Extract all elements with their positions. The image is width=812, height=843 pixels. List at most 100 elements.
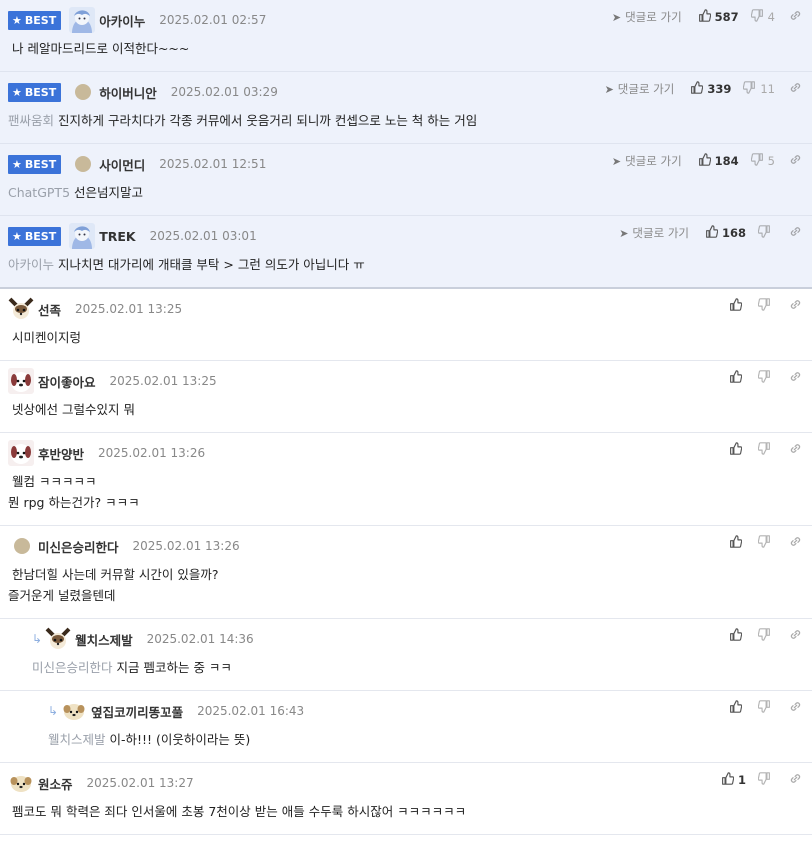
dislike-button[interactable] — [758, 628, 775, 644]
like-button[interactable]: 339 — [690, 81, 731, 97]
thumbs-down-icon — [750, 153, 768, 169]
link-icon[interactable] — [789, 772, 802, 788]
link-icon[interactable] — [789, 298, 802, 314]
link-icon[interactable] — [789, 370, 802, 386]
thumbs-down-icon — [758, 298, 775, 314]
like-button[interactable] — [729, 628, 746, 644]
author-name[interactable]: 옆집코끼리똥꼬풀 — [91, 702, 183, 721]
reply-arrow-icon: ↳ — [32, 632, 43, 646]
link-icon[interactable] — [789, 81, 802, 97]
comment-text: 웰컴 ㅋㅋㅋㅋㅋ 뭔 rpg 하는건가? ㅋㅋㅋ — [8, 474, 140, 510]
best-comment: ★ BEST 아카이누 2025.02.01 02:57 ➤ 댓글로 가기 587 4 나 레알… — [0, 0, 812, 72]
dislike-button[interactable]: 11 — [743, 81, 775, 97]
dislike-button[interactable] — [758, 535, 775, 551]
comment-text: 시미켄이지렁 — [12, 330, 82, 345]
author-name[interactable]: 웰치스제발 — [75, 630, 133, 649]
dislike-button[interactable] — [758, 772, 775, 788]
go-to-comment-label: 댓글로 가기 — [625, 154, 682, 168]
comment-header: 후반양반 2025.02.01 13:26 — [8, 440, 804, 466]
go-to-comment-label: 댓글로 가기 — [632, 226, 689, 240]
link-icon[interactable] — [789, 535, 802, 551]
link-icon[interactable] — [789, 9, 802, 25]
go-to-comment-link[interactable]: ➤ 댓글로 가기 — [619, 225, 689, 241]
like-button[interactable]: 587 — [698, 9, 739, 25]
dislike-button[interactable] — [758, 370, 775, 386]
like-button[interactable] — [729, 298, 746, 314]
link-icon[interactable] — [789, 700, 802, 716]
comment-date: 2025.02.01 13:25 — [109, 374, 217, 388]
thumbs-up-icon — [729, 535, 746, 551]
dislike-button[interactable] — [758, 298, 775, 314]
go-to-comment-link[interactable]: ➤ 댓글로 가기 — [605, 81, 675, 97]
author-name[interactable]: 후반양반 — [38, 444, 84, 463]
reply-target-name[interactable]: 아카이누 — [8, 257, 54, 272]
comment-body: 아카이누 지나치면 대가리에 개태클 부탁 > 그런 의도가 아닙니다 ㅠ — [8, 248, 804, 287]
reply-arrow-icon: ↳ — [48, 704, 59, 718]
comment-body: 넷상에선 그럴수있지 뭐 — [8, 393, 804, 432]
like-button[interactable] — [729, 370, 746, 386]
like-count: 1 — [737, 773, 746, 787]
thumbs-down-icon — [750, 9, 768, 25]
comment-list: ★ BEST 아카이누 2025.02.01 02:57 ➤ 댓글로 가기 587 4 나 레알… — [0, 0, 812, 835]
author-name[interactable]: 아카이누 — [99, 11, 145, 30]
thumbs-up-icon — [698, 153, 715, 169]
comment-date: 2025.02.01 02:57 — [159, 13, 267, 27]
thumbs-up-icon — [721, 772, 738, 788]
go-to-comment-label: 댓글로 가기 — [625, 10, 682, 24]
like-button[interactable]: 184 — [698, 153, 739, 169]
reply-target-name[interactable]: 미신은승리한다 — [32, 660, 113, 675]
comment-actions — [729, 441, 802, 459]
reply-target-name[interactable]: ChatGPT5 — [8, 185, 70, 200]
star-icon: ★ — [12, 157, 22, 171]
best-comment: ★ BEST TREK 2025.02.01 03:01 ➤ 댓글로 가기 168 아카이누 지… — [0, 216, 812, 289]
avatar — [14, 538, 30, 554]
dislike-button[interactable] — [758, 442, 775, 458]
author-name[interactable]: 선족 — [38, 300, 61, 319]
dislike-button[interactable] — [758, 225, 775, 241]
avatar — [69, 7, 96, 33]
author-name[interactable]: 미신은승리한다 — [38, 537, 119, 556]
dislike-button[interactable]: 5 — [750, 153, 775, 169]
dislike-button[interactable] — [758, 700, 775, 716]
like-count: 339 — [707, 82, 732, 96]
send-arrow-icon: ➤ — [611, 154, 622, 168]
comment-header: ↳ 웰치스제발 2025.02.01 14:36 — [32, 626, 804, 652]
go-to-comment-link[interactable]: ➤ 댓글로 가기 — [612, 9, 682, 25]
avatar — [8, 440, 34, 466]
author-name[interactable]: 사이먼디 — [99, 155, 145, 174]
like-button[interactable] — [729, 535, 746, 551]
link-icon[interactable] — [789, 442, 802, 458]
comment-body: 한남더힐 사는데 커뮤할 시간이 있을까? 즐거운게 널렸을텐데 — [8, 558, 804, 618]
comment-text: 나 레알마드리드로 이적한다~~~ — [12, 41, 190, 56]
reply-target-name[interactable]: 팬싸움회 — [8, 113, 54, 128]
send-arrow-icon: ➤ — [604, 82, 614, 96]
thumbs-up-icon — [729, 700, 746, 716]
link-icon[interactable] — [789, 628, 802, 644]
thumbs-up-icon — [698, 9, 715, 25]
go-to-comment-link[interactable]: ➤ 댓글로 가기 — [612, 153, 682, 169]
author-name[interactable]: TREK — [99, 229, 135, 244]
comment-date: 2025.02.01 13:26 — [98, 446, 206, 460]
star-icon: ★ — [12, 13, 22, 27]
comment-text: 진지하게 구라치다가 각종 커뮤에서 웃음거리 되니까 컨셉으로 노는 척 하는… — [58, 113, 478, 128]
like-button[interactable] — [729, 700, 746, 716]
dislike-button[interactable]: 4 — [750, 9, 775, 25]
thumbs-down-icon — [758, 700, 775, 716]
comment-actions: ➤ 댓글로 가기 168 — [619, 224, 802, 242]
author-name[interactable]: 하이버니안 — [99, 83, 157, 102]
comment-body: 시미켄이지렁 — [8, 321, 804, 360]
thumbs-down-icon — [743, 81, 760, 97]
link-icon[interactable] — [789, 153, 802, 169]
link-icon[interactable] — [789, 225, 802, 241]
like-count: 168 — [721, 226, 746, 240]
comment-date: 2025.02.01 13:26 — [132, 539, 240, 553]
like-button[interactable]: 1 — [721, 772, 746, 788]
like-button[interactable]: 168 — [705, 225, 746, 241]
like-button[interactable] — [729, 442, 746, 458]
author-name[interactable]: 잠이좋아요 — [38, 372, 96, 391]
author-name[interactable]: 원소쥬 — [38, 774, 73, 793]
avatar — [61, 698, 88, 724]
comment-header: 잠이좋아요 2025.02.01 13:25 — [8, 368, 804, 394]
avatar — [8, 770, 34, 796]
reply-target-name[interactable]: 웰치스제발 — [48, 732, 106, 747]
